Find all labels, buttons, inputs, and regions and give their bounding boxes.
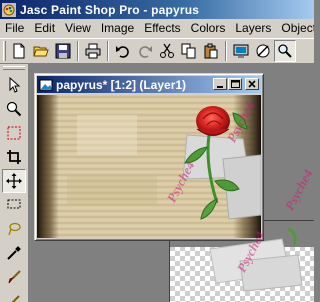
freehand-selection-tool[interactable]	[2, 193, 26, 217]
app-title-bar: Jasc Paint Shop Pro - papyrus	[0, 0, 314, 19]
save-file-button[interactable]	[52, 40, 74, 62]
workspace[interactable]: papyrus* [1:2] (Layer1) Psyche4 Psyche4 …	[29, 64, 314, 302]
move-arrows-icon	[6, 173, 22, 189]
image-canvas[interactable]	[37, 95, 261, 238]
selection-tool[interactable]	[2, 121, 26, 145]
close-button[interactable]	[245, 78, 259, 90]
crop-tool[interactable]	[2, 145, 26, 169]
menu-colors[interactable]: Colors	[186, 19, 231, 38]
toolbar-separator	[107, 41, 109, 61]
menu-file[interactable]: File	[0, 19, 29, 38]
close-icon	[248, 80, 256, 88]
minimize-icon	[217, 86, 223, 88]
selection-marquee-icon	[7, 126, 21, 140]
new-file-icon	[13, 43, 25, 59]
document-image-icon	[39, 78, 53, 92]
undo-icon	[116, 46, 129, 58]
maximize-button[interactable]	[228, 78, 242, 90]
paint-brush-icon	[8, 270, 21, 284]
clone-brush-tool[interactable]	[2, 289, 26, 302]
lasso-loop-icon	[8, 222, 21, 236]
full-screen-preview-button[interactable]	[230, 40, 252, 62]
cut-button[interactable]	[156, 40, 178, 62]
redo-icon	[139, 46, 152, 58]
zoom-tool[interactable]	[2, 97, 26, 121]
mover-tool[interactable]	[2, 169, 26, 193]
undo-button[interactable]	[112, 40, 134, 62]
magnifier-preview-icon	[278, 44, 292, 58]
scissors-icon	[160, 43, 174, 58]
lasso-tool[interactable]	[2, 217, 26, 241]
document-title: papyrus* [1:2] (Layer1)	[56, 77, 187, 92]
copy-button[interactable]	[178, 40, 200, 62]
lasso-icon	[7, 199, 21, 209]
minimize-button[interactable]	[213, 78, 227, 90]
dropper-tool[interactable]	[2, 241, 26, 265]
magnifier-icon	[6, 101, 22, 117]
open-file-button[interactable]	[30, 40, 52, 62]
tool-palette-grip[interactable]	[3, 66, 25, 70]
menu-view[interactable]: View	[60, 19, 96, 38]
paint-shop-pro-icon	[2, 2, 16, 17]
menu-layers[interactable]: Layers	[230, 19, 276, 38]
overview-icon	[256, 44, 270, 58]
papyrus-rose-image	[37, 95, 261, 238]
menu-bar: File Edit View Image Effects Colors Laye…	[0, 19, 314, 38]
redo-button[interactable]	[134, 40, 156, 62]
copy-icon	[181, 43, 196, 59]
menu-objects[interactable]: Objects	[276, 19, 314, 38]
paste-button[interactable]	[200, 40, 222, 62]
image-document-window[interactable]: papyrus* [1:2] (Layer1)	[34, 73, 264, 241]
print-button[interactable]	[82, 40, 104, 62]
paint-brush-tool[interactable]	[2, 265, 26, 289]
menu-edit[interactable]: Edit	[29, 19, 60, 38]
printer-icon	[85, 43, 101, 59]
overview-button[interactable]	[252, 40, 274, 62]
arrow-tool[interactable]	[2, 73, 26, 97]
toolbar-grip[interactable]	[3, 41, 6, 61]
toolbar-separator	[77, 41, 79, 61]
crop-icon	[7, 150, 21, 164]
eyedropper-icon	[7, 246, 21, 260]
floppy-disk-icon	[55, 43, 71, 59]
app-title: Jasc Paint Shop Pro - papyrus	[20, 2, 200, 17]
monitor-icon	[233, 44, 249, 58]
standard-toolbar	[0, 38, 314, 64]
menu-effects[interactable]: Effects	[139, 19, 185, 38]
open-folder-icon	[33, 46, 49, 57]
arrow-pointer-icon	[9, 77, 21, 93]
toolbar-separator	[225, 41, 227, 61]
new-file-button[interactable]	[8, 40, 30, 62]
window-controls	[212, 78, 259, 90]
watermark-text: Psyche4	[281, 166, 314, 213]
tool-palette	[0, 64, 29, 302]
clone-brush-icon	[11, 295, 20, 302]
zoom-preview-button[interactable]	[274, 40, 296, 62]
clipboard-icon	[204, 43, 218, 59]
maximize-icon	[230, 80, 240, 88]
document-title-bar[interactable]: papyrus* [1:2] (Layer1)	[37, 76, 261, 93]
menu-image[interactable]: Image	[96, 19, 139, 38]
